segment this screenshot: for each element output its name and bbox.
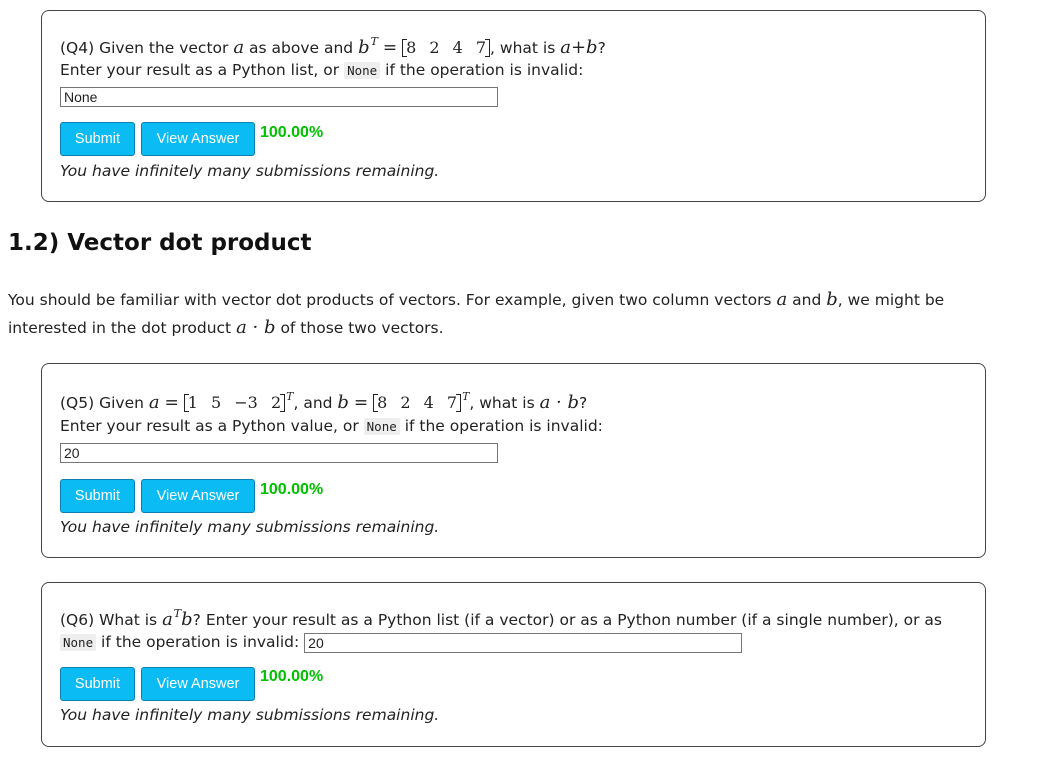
q5-answer-input[interactable]: 20: [60, 443, 498, 463]
question-q4-box: (Q4) Given the vector a as above and bT …: [41, 10, 986, 202]
q5-a-vector: 1 5 −3 2: [183, 394, 286, 412]
para-part-3: of those two vectors.: [280, 319, 444, 337]
section-paragraph: You should be familiar with vector dot p…: [8, 286, 1008, 342]
q4-submit-button[interactable]: Submit: [60, 122, 135, 156]
para-var-b: b: [826, 289, 838, 310]
q6-remaining: You have infinitely many submissions rem…: [60, 706, 440, 724]
q5-var-b: b: [337, 392, 349, 413]
q4-mid: as above and: [249, 39, 354, 57]
q4-suffix: , what is: [490, 39, 556, 57]
q4-expr: a+b: [560, 37, 598, 58]
q5-score: 100.00%: [260, 481, 324, 498]
q4-none-code: None: [344, 62, 381, 79]
q5-b-vector: 8 2 4 7: [373, 394, 462, 412]
q5-suffix: , what is: [469, 394, 535, 412]
q6-prefix: (Q6) What is: [60, 611, 158, 629]
q5-view-answer-button[interactable]: View Answer: [141, 479, 255, 513]
q5-equals-a: =: [164, 393, 179, 413]
para-and: and: [792, 291, 822, 309]
q4-score: 100.00%: [260, 124, 324, 141]
q4-answer-input[interactable]: None: [60, 87, 498, 107]
section-title: 1.2) Vector dot product: [8, 230, 312, 256]
q6-answer-input[interactable]: 20: [304, 632, 743, 653]
q4-remaining: You have infinitely many submissions rem…: [60, 162, 440, 180]
q5-and: , and: [293, 394, 333, 412]
q6-instruction-post: if the operation is invalid:: [101, 633, 300, 651]
q4-qmark: ?: [597, 39, 606, 57]
q6-submit-button[interactable]: Submit: [60, 667, 135, 701]
q5-equals-b: =: [353, 393, 369, 413]
q6-expr: aTb: [162, 607, 193, 630]
q5-qmark: ?: [579, 394, 588, 412]
q5-none-code: None: [363, 418, 400, 435]
para-part-1: You should be familiar with vector dot p…: [8, 291, 772, 309]
q5-instruction-pre: Enter your result as a Python value, or: [60, 417, 359, 435]
q6-none-code: None: [60, 634, 97, 651]
q6-view-answer-button[interactable]: View Answer: [141, 667, 255, 701]
q5-submit-button[interactable]: Submit: [60, 479, 135, 513]
question-q5-box: (Q5) Given a = 1 5 −3 2 T, and b = 8 2 4 …: [41, 363, 986, 558]
q5-var-a: a: [148, 392, 160, 413]
page: (Q4) Given the vector a as above and bT …: [0, 0, 1044, 760]
q5-prefix: (Q5) Given: [60, 394, 144, 412]
q5-instruction-post: if the operation is invalid:: [404, 417, 603, 435]
para-dot-expr: a · b: [236, 317, 276, 338]
q4-prefix: (Q4) Given the vector: [60, 39, 229, 57]
q4-instruction: Enter your result as a Python list, or N…: [60, 60, 583, 81]
q4-instruction-pre: Enter your result as a Python list, or: [60, 61, 340, 79]
q5-expr: a · b: [539, 392, 580, 413]
q4-view-answer-button[interactable]: View Answer: [141, 122, 255, 156]
q4-question-text: (Q4) Given the vector a as above and bT …: [60, 32, 606, 58]
q5-remaining: You have infinitely many submissions rem…: [60, 518, 440, 536]
q4-b-vector: 8 2 4 7: [402, 39, 491, 57]
q5-instruction: Enter your result as a Python value, or …: [60, 416, 603, 437]
q6-question-text: (Q6) What is aTb? Enter your result as a…: [60, 604, 942, 630]
q4-var-bT: bT: [358, 35, 378, 58]
question-q6-box: (Q6) What is aTb? Enter your result as a…: [41, 582, 986, 747]
q4-equals: =: [382, 38, 398, 58]
q4-var-a: a: [233, 37, 245, 58]
para-var-a: a: [776, 289, 788, 310]
q6-instruction: None if the operation is invalid: 20: [60, 632, 743, 653]
q6-score: 100.00%: [260, 668, 324, 685]
q6-text: ? Enter your result as a Python list (if…: [192, 611, 942, 629]
q5-question-text: (Q5) Given a = 1 5 −3 2 T, and b = 8 2 4 …: [60, 387, 587, 413]
q4-instruction-post: if the operation is invalid:: [385, 61, 584, 79]
